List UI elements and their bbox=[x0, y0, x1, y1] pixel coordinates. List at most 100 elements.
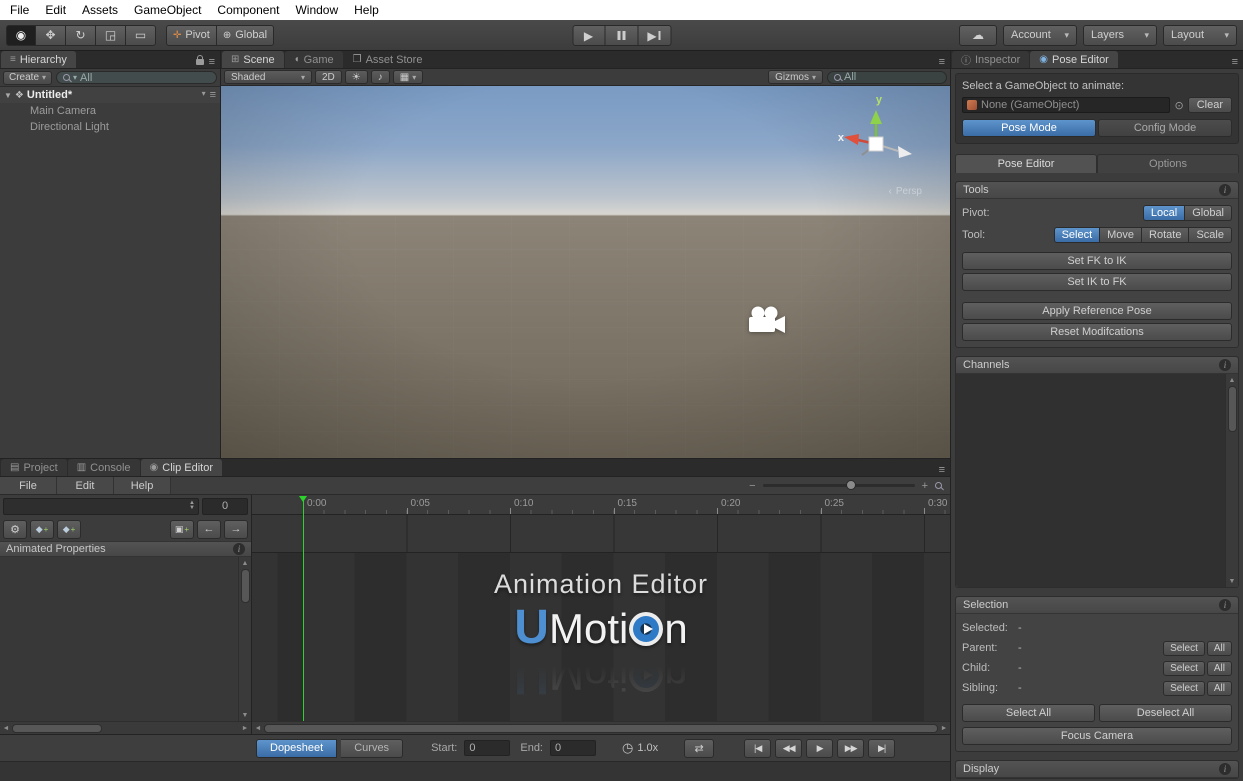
rect-tool-button[interactable]: ▭ bbox=[126, 25, 156, 46]
scroll-up-icon[interactable]: ▲ bbox=[1229, 374, 1236, 386]
info-icon[interactable]: i bbox=[1219, 599, 1231, 611]
tab-pose-editor[interactable]: ◉Pose Editor bbox=[1030, 51, 1118, 68]
menu-gameobject[interactable]: GameObject bbox=[126, 3, 209, 17]
reset-modifications-button[interactable]: Reset Modifcations bbox=[962, 323, 1232, 341]
chevron-down-icon[interactable]: ▾ bbox=[202, 89, 206, 101]
rewind-button[interactable]: ◀◀ bbox=[775, 739, 802, 758]
axis-x-label[interactable]: x bbox=[838, 132, 844, 144]
child-all-button[interactable]: All bbox=[1207, 661, 1232, 676]
hand-tool-button[interactable]: ◉ bbox=[6, 25, 36, 46]
subtab-pose-editor[interactable]: Pose Editor bbox=[955, 154, 1097, 173]
pause-button[interactable] bbox=[605, 25, 638, 46]
tab-clip-editor[interactable]: ◉Clip Editor bbox=[141, 459, 222, 476]
tab-asset-store[interactable]: ❒Asset Store bbox=[344, 51, 432, 68]
fast-forward-button[interactable]: ▶▶ bbox=[837, 739, 864, 758]
scroll-left-icon[interactable]: ◄ bbox=[0, 722, 12, 734]
scroll-right-icon[interactable]: ► bbox=[938, 722, 950, 734]
sibling-all-button[interactable]: All bbox=[1207, 681, 1232, 696]
tab-scene[interactable]: ⊞Scene bbox=[222, 51, 284, 68]
perspective-label[interactable]: ‹Persp bbox=[889, 186, 922, 197]
loop-toggle-button[interactable]: ⇄ bbox=[684, 739, 714, 758]
tab-project[interactable]: ▤Project bbox=[1, 459, 67, 476]
axis-y-label[interactable]: y bbox=[876, 94, 882, 106]
focus-camera-button[interactable]: Focus Camera bbox=[962, 727, 1232, 745]
step-button[interactable]: ▶ bbox=[638, 25, 671, 46]
add-event-button[interactable]: ▣+ bbox=[170, 520, 194, 539]
info-icon[interactable]: i bbox=[233, 543, 245, 555]
config-mode-button[interactable]: Config Mode bbox=[1098, 119, 1232, 137]
clip-menu-help[interactable]: Help bbox=[114, 477, 171, 494]
tab-dopesheet[interactable]: Dopesheet bbox=[256, 739, 337, 758]
child-select-button[interactable]: Select bbox=[1163, 661, 1205, 676]
gizmos-dropdown[interactable]: Gizmos▾ bbox=[768, 70, 823, 84]
zoom-in-icon[interactable]: + bbox=[922, 480, 928, 492]
rotate-tool-button[interactable]: ↻ bbox=[66, 25, 96, 46]
menu-assets[interactable]: Assets bbox=[74, 3, 126, 17]
settings-button[interactable]: ⚙ bbox=[3, 520, 27, 539]
channels-vertical-scrollbar[interactable]: ▲ ▼ bbox=[1225, 374, 1238, 587]
properties-horizontal-scrollbar[interactable]: ◄ ► bbox=[0, 721, 251, 734]
clip-menu-edit[interactable]: Edit bbox=[57, 477, 114, 494]
scroll-up-icon[interactable]: ▲ bbox=[242, 557, 249, 569]
properties-vertical-scrollbar[interactable]: ▲ ▼ bbox=[238, 557, 251, 721]
frame-number-field[interactable]: 0 bbox=[202, 498, 248, 515]
gameobject-object-field[interactable]: None (GameObject) bbox=[962, 97, 1170, 113]
scene-viewport[interactable]: y x ‹Persp bbox=[221, 86, 950, 458]
clip-select-dropdown[interactable]: ▲▼ bbox=[3, 498, 199, 515]
account-dropdown[interactable]: Account▾ bbox=[1003, 25, 1077, 46]
tool-select-button[interactable]: Select bbox=[1054, 227, 1101, 243]
pivot-local-button[interactable]: Local bbox=[1143, 205, 1185, 221]
info-icon[interactable]: i bbox=[1219, 359, 1231, 371]
create-dropdown[interactable]: Create▾ bbox=[3, 71, 52, 85]
panel-menu-icon[interactable]: ≡ bbox=[1232, 56, 1238, 68]
clip-menu-file[interactable]: File bbox=[0, 477, 57, 494]
collab-cloud-button[interactable]: ☁ bbox=[959, 25, 997, 46]
set-fk-to-ik-button[interactable]: Set FK to IK bbox=[962, 252, 1232, 270]
parent-all-button[interactable]: All bbox=[1207, 641, 1232, 656]
scene-root-row[interactable]: ▼ ❖ Untitled* ▾ ≡ bbox=[0, 87, 220, 103]
tab-inspector[interactable]: ⓘInspector bbox=[952, 51, 1029, 68]
channels-list[interactable] bbox=[956, 374, 1225, 587]
scale-tool-button[interactable]: ◲ bbox=[96, 25, 126, 46]
effects-dropdown-button[interactable]: ▦▾ bbox=[393, 70, 423, 84]
scene-menu-icon[interactable]: ≡ bbox=[210, 89, 216, 101]
pose-mode-button[interactable]: Pose Mode bbox=[962, 119, 1096, 137]
zoom-slider-thumb[interactable] bbox=[846, 480, 856, 490]
select-all-button[interactable]: Select All bbox=[962, 704, 1095, 722]
tab-curves[interactable]: Curves bbox=[341, 739, 403, 758]
tab-console[interactable]: ▥Console bbox=[68, 459, 140, 476]
scene-search-input[interactable]: All bbox=[827, 71, 947, 84]
move-tool-button[interactable]: ✥ bbox=[36, 25, 66, 46]
audio-toggle-button[interactable]: ♪ bbox=[371, 70, 390, 84]
hierarchy-tree[interactable]: ▼ ❖ Untitled* ▾ ≡ Main Camera Directiona… bbox=[0, 87, 220, 458]
zoom-out-icon[interactable]: − bbox=[749, 480, 755, 492]
pivot-global-button[interactable]: Global bbox=[1185, 205, 1232, 221]
tool-scale-button[interactable]: Scale bbox=[1189, 227, 1232, 243]
scroll-right-icon[interactable]: ► bbox=[239, 722, 251, 734]
menu-file[interactable]: File bbox=[2, 3, 37, 17]
scroll-down-icon[interactable]: ▼ bbox=[1229, 575, 1236, 587]
panel-menu-icon[interactable]: ≡ bbox=[939, 464, 945, 476]
menu-help[interactable]: Help bbox=[346, 3, 387, 17]
scroll-down-icon[interactable]: ▼ bbox=[242, 709, 249, 721]
menu-window[interactable]: Window bbox=[287, 3, 346, 17]
scrollbar-thumb[interactable] bbox=[241, 569, 250, 603]
timeline-search-icon[interactable] bbox=[935, 482, 942, 489]
info-icon[interactable]: i bbox=[1219, 763, 1231, 775]
apply-reference-pose-button[interactable]: Apply Reference Pose bbox=[962, 302, 1232, 320]
hierarchy-item-directional-light[interactable]: Directional Light bbox=[0, 119, 220, 135]
scrollbar-thumb[interactable] bbox=[1228, 386, 1237, 432]
add-keyframe-button[interactable]: ◆+ bbox=[30, 520, 54, 539]
animated-properties-list[interactable]: ▲ ▼ bbox=[0, 557, 251, 721]
clear-button[interactable]: Clear bbox=[1188, 97, 1232, 113]
tab-hierarchy[interactable]: ≡Hierarchy bbox=[1, 51, 76, 68]
go-to-end-button[interactable]: ▶| bbox=[868, 739, 895, 758]
orientation-gizmo[interactable] bbox=[828, 102, 924, 186]
zoom-slider[interactable] bbox=[763, 484, 915, 487]
set-ik-to-fk-button[interactable]: Set IK to FK bbox=[962, 273, 1232, 291]
dopesheet-canvas[interactable]: Animation Editor UMotin UMotin bbox=[252, 553, 950, 721]
tool-rotate-button[interactable]: Rotate bbox=[1142, 227, 1189, 243]
menu-edit[interactable]: Edit bbox=[37, 3, 74, 17]
layers-dropdown[interactable]: Layers▾ bbox=[1083, 25, 1157, 46]
lighting-toggle-button[interactable]: ☀ bbox=[345, 70, 368, 84]
